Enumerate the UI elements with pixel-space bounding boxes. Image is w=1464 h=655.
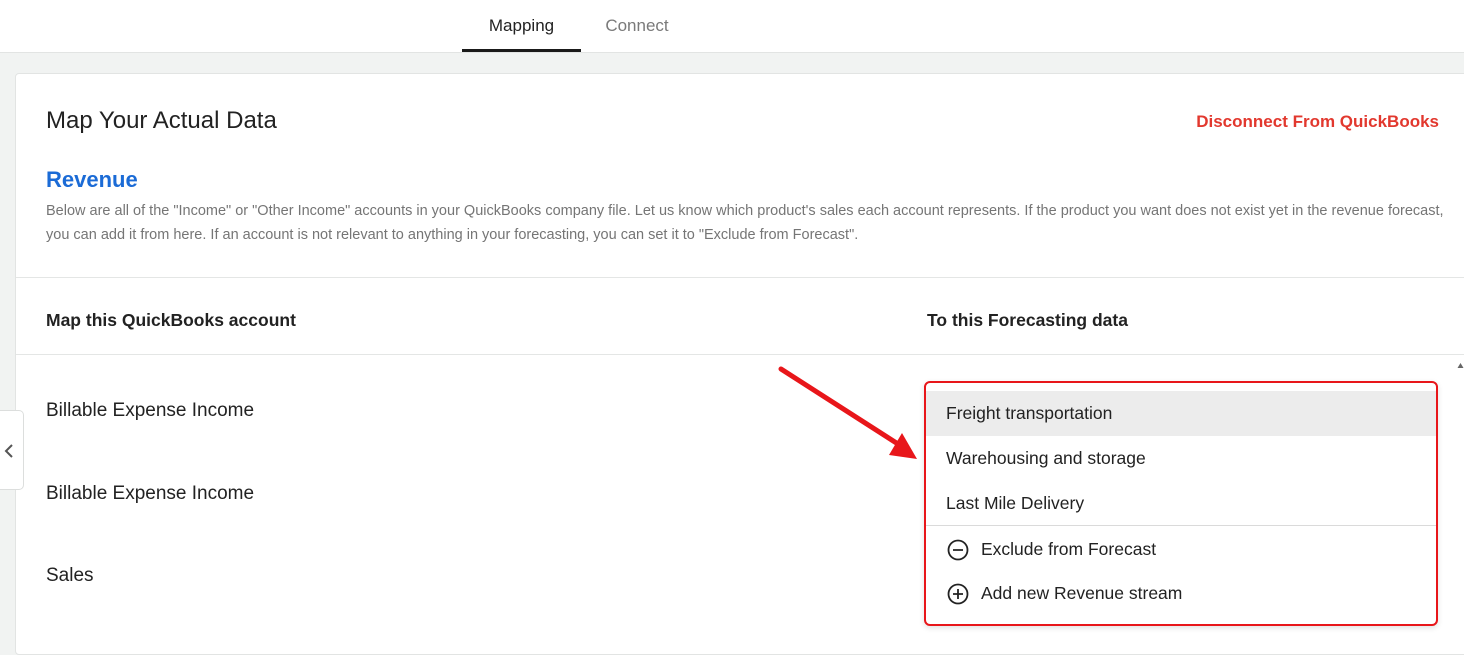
annotation-arrow-icon	[778, 366, 917, 459]
